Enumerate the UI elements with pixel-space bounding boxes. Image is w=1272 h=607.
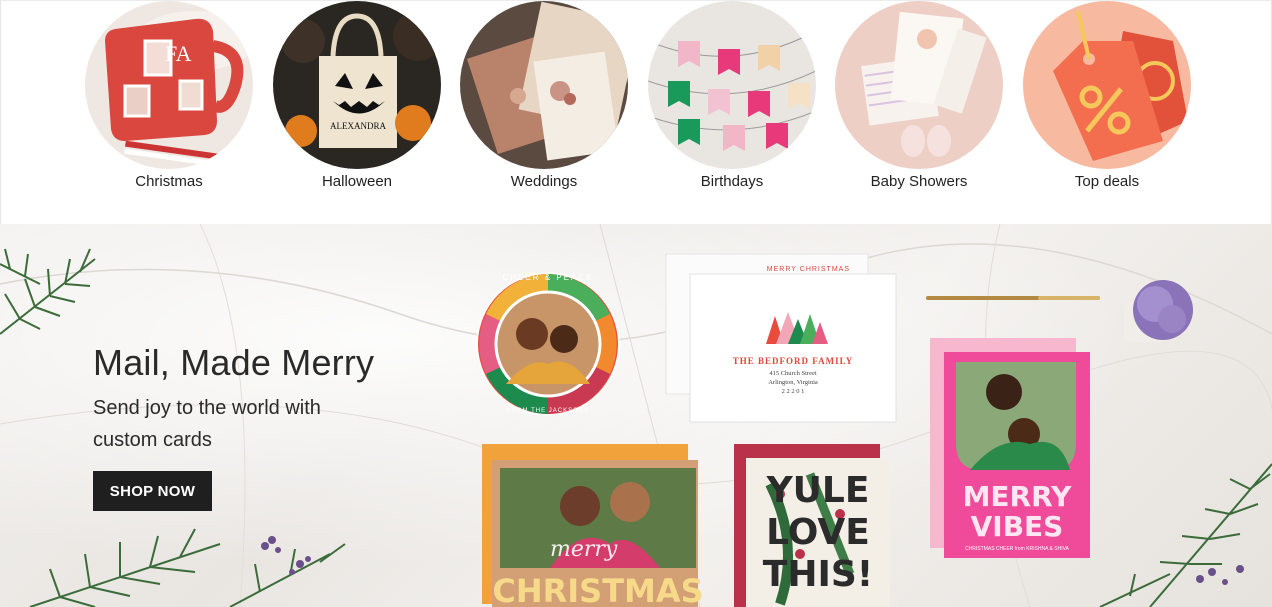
svg-text:MERRY CHRISTMAS: MERRY CHRISTMAS	[767, 266, 850, 273]
christmas-mug-image[interactable]: FA	[85, 1, 253, 169]
category-label: Top deals	[1074, 173, 1140, 190]
category-birthdays[interactable]: Birthdays	[647, 1, 817, 191]
yule-love-this-card[interactable]: YULE LOVE THIS!	[734, 444, 890, 607]
category-label: Baby Showers	[870, 173, 968, 190]
category-halloween[interactable]: ALEXANDRA Halloween	[272, 1, 442, 191]
category-label: Christmas	[135, 173, 203, 190]
hero-product-collage: CHEER & PEACE FROM THE JACKSONS MERRY CH…	[476, 253, 1090, 607]
birthday-banner-image[interactable]	[648, 1, 816, 169]
address-envelope[interactable]: MERRY CHRISTMAS THE BEDFORD FAMILY 415 C…	[665, 253, 897, 423]
svg-text:merry: merry	[550, 537, 618, 562]
svg-text:LOVE: LOVE	[766, 512, 870, 553]
svg-text:CHEER & PEACE: CHEER & PEACE	[503, 273, 594, 282]
svg-text:VIBES: VIBES	[971, 510, 1064, 543]
svg-text:FROM THE JACKSONS: FROM THE JACKSONS	[507, 408, 589, 414]
halloween-tote-image[interactable]: ALEXANDRA	[273, 1, 441, 169]
svg-text:CHRISTMAS CHEER from KRISHNA &: CHRISTMAS CHEER from KRISHNA & SHIVA	[965, 546, 1069, 552]
svg-text:Arlington, Virginia: Arlington, Virginia	[768, 379, 818, 386]
category-label: Halloween	[321, 173, 393, 190]
svg-text:2 2 2 0 1: 2 2 2 0 1	[782, 388, 805, 395]
category-label: Weddings	[510, 173, 578, 190]
svg-text:CHRISTMAS: CHRISTMAS	[492, 572, 703, 607]
shop-now-button[interactable]: SHOP NOW	[93, 471, 212, 511]
category-strip: FA Christmas ALEXANDRA Halloween Wedding…	[0, 0, 1272, 224]
hero-title: Mail, Made Merry	[93, 342, 375, 383]
svg-text:FA: FA	[165, 41, 192, 66]
svg-text:THE BEDFORD FAMILY: THE BEDFORD FAMILY	[733, 356, 854, 366]
hero-banner: Mail, Made Merry Send joy to the world w…	[0, 224, 1272, 607]
round-photo-card[interactable]: CHEER & PEACE FROM THE JACKSONS	[476, 272, 620, 416]
category-top-deals[interactable]: Top deals	[1022, 1, 1192, 191]
svg-text:THIS!: THIS!	[763, 554, 873, 595]
svg-text:ALEXANDRA: ALEXANDRA	[330, 121, 386, 131]
svg-text:MERRY: MERRY	[963, 480, 1073, 513]
price-tag-image[interactable]	[1023, 1, 1191, 169]
category-christmas[interactable]: FA Christmas	[84, 1, 254, 191]
svg-text:YULE: YULE	[766, 470, 870, 511]
baby-shower-card-image[interactable]	[835, 1, 1003, 169]
merry-christmas-card[interactable]: merry CHRISTMAS	[482, 444, 704, 607]
category-label: Birthdays	[700, 173, 764, 190]
category-baby-showers[interactable]: Baby Showers	[834, 1, 1004, 191]
hero-subtitle: Send joy to the world with custom cards	[93, 397, 321, 451]
category-weddings[interactable]: Weddings	[459, 1, 629, 191]
merry-vibes-card[interactable]: MERRY VIBES CHRISTMAS CHEER from KRISHNA…	[930, 338, 1090, 558]
svg-text:415 Church Street: 415 Church Street	[769, 370, 816, 377]
wedding-invitation-image[interactable]	[460, 1, 628, 169]
